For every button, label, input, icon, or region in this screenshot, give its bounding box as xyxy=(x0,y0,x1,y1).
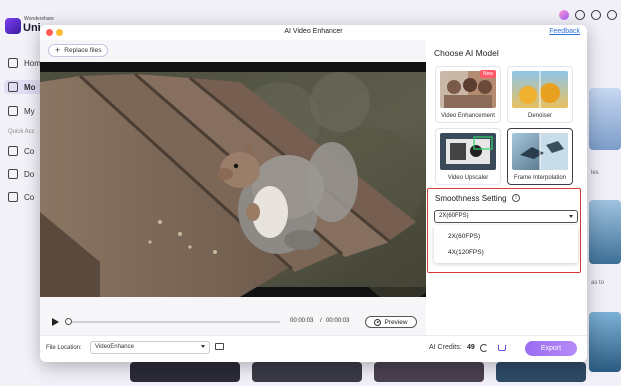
file-location-value: VideoEnhance xyxy=(95,344,134,350)
compress-icon xyxy=(8,192,18,202)
squirrel-video-frame xyxy=(40,62,426,297)
sidebar-item-label: Co xyxy=(24,146,35,156)
sidebar-item-label: Do xyxy=(24,169,35,179)
smoothness-select[interactable]: 2X(60FPS) xyxy=(434,210,578,223)
background-snippet: as to xyxy=(591,280,605,286)
dialog-titlebar: AI Video Enhancer Feedback xyxy=(40,25,587,40)
dialog-footer: File Location: VideoEnhance AI Credits: … xyxy=(40,335,587,362)
model-card-denoiser[interactable]: Denoiser xyxy=(507,66,573,123)
time-separator: / xyxy=(320,318,322,324)
dialog-title: AI Video Enhancer xyxy=(284,28,343,35)
background-snippet: les xyxy=(591,170,599,176)
play-circle-icon xyxy=(374,318,382,326)
chevron-down-icon xyxy=(569,214,573,218)
brand-name: Uni xyxy=(23,22,41,34)
bird-image-icon xyxy=(520,133,568,170)
model-card-video-enhancement[interactable]: New Video Enhancement xyxy=(435,66,501,123)
player-controls: 00:00:03 / 00:00:03 Preview xyxy=(40,314,426,330)
flower-image-icon xyxy=(519,71,560,108)
model-label: Denoiser xyxy=(527,113,552,119)
smoothness-option-2x[interactable]: 2X(60FPS) xyxy=(448,233,480,240)
current-time: 00:00:03 xyxy=(290,318,314,324)
choose-ai-model-title: Choose AI Model xyxy=(434,48,499,58)
convert-icon xyxy=(8,146,18,156)
seek-knob[interactable] xyxy=(65,318,72,325)
plus-icon: + xyxy=(55,45,61,55)
background-sidebar: Wondershare Uni Hom Mo My Quick Acc Co D… xyxy=(0,0,54,386)
sidebar-item-label: Hom xyxy=(24,58,41,68)
download-icon xyxy=(8,169,18,179)
smoothness-setting-title: Smoothness Setting xyxy=(435,194,507,203)
denoiser-thumbnail xyxy=(512,71,568,108)
upscale-image-icon xyxy=(446,136,493,164)
total-time: 00:00:03 xyxy=(326,318,350,324)
video-preview[interactable] xyxy=(40,62,426,297)
export-button[interactable]: Export xyxy=(525,341,577,356)
sidebar-item-label: My xyxy=(24,106,35,116)
sidebar-item-label: Co xyxy=(24,192,35,202)
model-label: Video Enhancement xyxy=(441,113,495,119)
headset-icon[interactable] xyxy=(575,10,585,20)
ai-credits-value: 49 xyxy=(467,344,475,351)
file-icon xyxy=(8,106,18,116)
chevron-down-icon xyxy=(201,345,205,348)
smoothness-option-4x[interactable]: 4X(120FPS) xyxy=(448,249,484,256)
smoothness-selected-value: 2X(60FPS) xyxy=(439,213,469,219)
preview-label: Preview xyxy=(384,318,408,326)
quick-access-heading: Quick Acc xyxy=(8,129,35,135)
background-thumbnail xyxy=(496,362,586,382)
seek-bar[interactable] xyxy=(68,321,280,323)
top-icons xyxy=(559,10,617,20)
background-thumbnail xyxy=(589,200,621,264)
info-icon[interactable]: i xyxy=(512,194,520,202)
folder-icon[interactable] xyxy=(215,343,224,350)
cart-icon[interactable] xyxy=(498,345,506,351)
preview-pane: + Replace files 00:00:03 / 00:00:03 Prev… xyxy=(40,40,426,362)
ai-video-enhancer-dialog: AI Video Enhancer Feedback + Replace fil… xyxy=(40,25,587,362)
video-upscaler-thumbnail xyxy=(440,133,496,170)
smoothness-dropdown: 2X(60FPS) 4X(120FPS) xyxy=(434,225,578,263)
home-icon xyxy=(8,58,18,68)
background-thumbnail xyxy=(130,362,240,382)
chat-icon[interactable] xyxy=(591,10,601,20)
model-card-frame-interpolation[interactable]: Frame Interpolation xyxy=(507,128,573,185)
app-logo-icon xyxy=(5,18,21,34)
ai-credits-label: AI Credits: xyxy=(429,344,462,351)
background-thumbnail xyxy=(589,88,621,150)
grid-icon xyxy=(8,82,18,92)
replace-files-button[interactable]: + Replace files xyxy=(48,44,109,57)
model-card-video-upscaler[interactable]: Video Upscaler xyxy=(435,128,501,185)
model-label: Video Upscaler xyxy=(447,175,489,181)
background-thumbnail xyxy=(252,362,362,382)
preview-button[interactable]: Preview xyxy=(365,316,417,328)
sidebar-item-models[interactable]: Mo xyxy=(4,80,42,94)
replace-files-label: Replace files xyxy=(64,47,102,54)
feedback-link[interactable]: Feedback xyxy=(549,28,580,35)
file-location-select[interactable]: VideoEnhance xyxy=(90,341,210,354)
new-badge: New xyxy=(479,70,496,78)
background-thumbnail xyxy=(374,362,484,382)
play-icon[interactable] xyxy=(52,318,59,326)
avatar-icon[interactable] xyxy=(559,10,569,20)
file-location-label: File Location: xyxy=(46,345,82,351)
frame-interpolation-thumbnail xyxy=(512,133,568,170)
model-label: Frame Interpolation xyxy=(513,175,567,181)
settings-pane: Choose AI Model New Video Enhancement De… xyxy=(426,40,587,335)
menu-icon[interactable] xyxy=(607,10,617,20)
background-thumbnail xyxy=(589,312,621,372)
refresh-icon[interactable] xyxy=(480,344,488,352)
sidebar-item-label: Mo xyxy=(24,82,36,92)
smoothness-setting-section: Smoothness Setting i 2X(60FPS) 2X(60FPS)… xyxy=(427,188,581,273)
